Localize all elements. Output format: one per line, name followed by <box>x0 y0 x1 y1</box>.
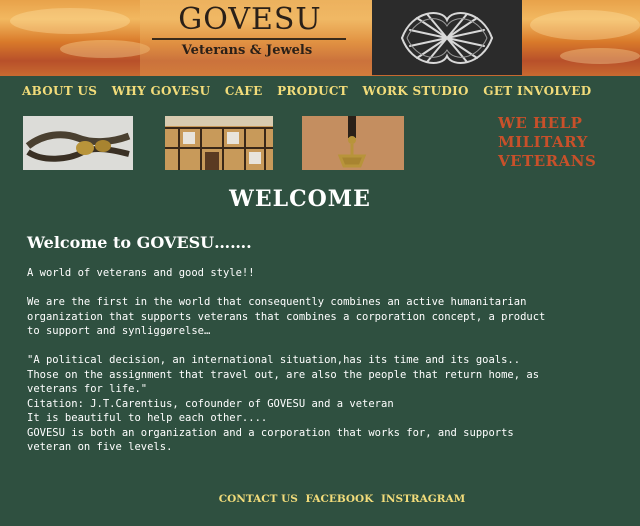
quote-line: veteran on five levels. <box>27 441 173 453</box>
main-content: A world of veterans and good style!! We … <box>27 266 627 469</box>
knot-emblem-icon <box>372 0 522 75</box>
brand-name: GOVESU <box>178 2 322 37</box>
brand-divider <box>152 38 346 40</box>
quote-line: veterans for life." <box>27 383 148 395</box>
footer-link-contact-us[interactable]: Contact us <box>219 493 298 505</box>
paragraph-line: organization that supports veterans that… <box>27 310 546 323</box>
nav-item-cafe[interactable]: Cafe <box>225 84 263 98</box>
nav-item-why-govesu[interactable]: Why GOVESU <box>112 84 211 98</box>
footer-links: Contact us Facebook Instragram <box>0 493 640 505</box>
paragraph-line: We are the first in the world that conse… <box>27 296 527 308</box>
citation-line: Citation: J.T.Carentius, cofounder of GO… <box>27 397 394 410</box>
building-thumbnail[interactable] <box>165 116 273 170</box>
quote-paragraph: "A political decision, an international … <box>27 353 627 455</box>
banner-cloud <box>560 48 640 64</box>
slogan-line: We help <box>498 114 583 132</box>
paragraph-line: to support and synliggørelse… <box>27 325 211 337</box>
nav-item-product[interactable]: Product <box>277 84 348 98</box>
hammer-pendant-thumbnail[interactable] <box>302 116 404 170</box>
footer-link-instagram[interactable]: Instragram <box>381 493 465 505</box>
nav-item-get-involved[interactable]: Get Involved <box>483 84 591 98</box>
intro-text: A world of veterans and good style!! <box>27 267 255 279</box>
slogan: We help military veterans <box>498 114 628 171</box>
quote-line: It is beautiful to help each other.... <box>27 412 268 424</box>
page-title: Welcome <box>229 186 371 212</box>
quote-line: GOVESU is both an organization and a cor… <box>27 426 514 439</box>
quote-line: Those on the assignment that travel out,… <box>27 368 540 381</box>
header-banner: GOVESU Veterans & Jewels <box>0 0 640 76</box>
section-heading: Welcome to GOVESU……. <box>27 233 252 252</box>
brand-tagline: Veterans & Jewels <box>181 43 313 58</box>
slogan-line: military <box>498 133 588 151</box>
nav-item-work-studio[interactable]: Work Studio <box>362 84 468 98</box>
banner-cloud <box>530 10 640 40</box>
quote-line: "A political decision, an international … <box>27 354 521 366</box>
banner-cloud <box>60 40 150 58</box>
footer-link-facebook[interactable]: Facebook <box>305 493 373 505</box>
bracelet-thumbnail[interactable] <box>23 116 133 170</box>
main-nav: About us Why GOVESU Cafe Product Work St… <box>22 84 601 98</box>
nav-item-about-us[interactable]: About us <box>22 84 97 98</box>
mission-paragraph: We are the first in the world that conse… <box>27 295 627 339</box>
slogan-line: veterans <box>498 152 597 170</box>
banner-cloud <box>10 8 130 34</box>
